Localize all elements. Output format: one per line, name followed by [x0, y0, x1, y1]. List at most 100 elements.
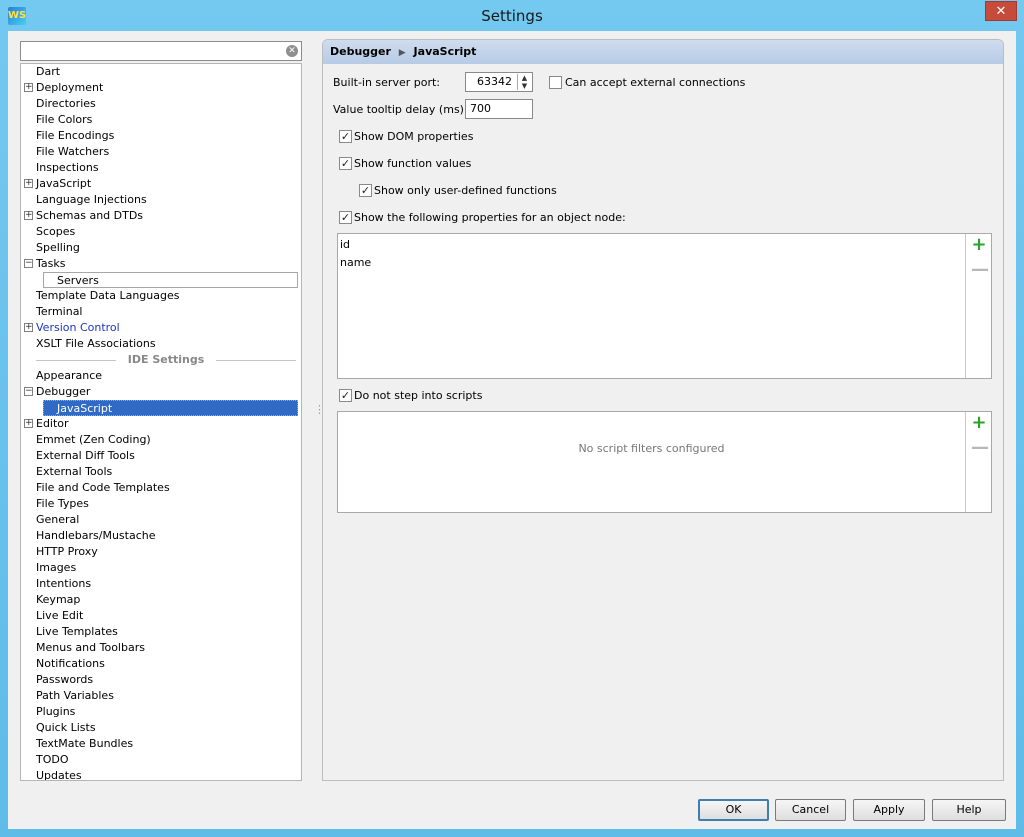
do-not-step-checkbox[interactable]: ✓	[339, 389, 352, 402]
tree-item[interactable]: Handlebars/Mustache	[36, 528, 156, 544]
tree-item[interactable]: File Encodings	[36, 128, 114, 144]
expand-icon[interactable]: +	[24, 323, 33, 332]
tree-item[interactable]: File and Code Templates	[36, 480, 170, 496]
list-item[interactable]: id	[340, 238, 350, 251]
tree-item[interactable]: Live Edit	[36, 608, 83, 624]
list-item[interactable]: name	[340, 256, 371, 269]
tree-item[interactable]: Scopes	[36, 224, 75, 240]
remove-property-icon[interactable]: —	[971, 261, 989, 279]
tree-item[interactable]: Passwords	[36, 672, 93, 688]
tree-item-label: Notifications	[36, 657, 105, 670]
tree-item-label: Appearance	[36, 369, 103, 382]
expand-icon[interactable]: +	[24, 83, 33, 92]
tree-item[interactable]: Terminal	[36, 304, 83, 320]
breadcrumb-current: JavaScript	[413, 45, 477, 58]
user-defined-functions-checkbox[interactable]: ✓	[359, 184, 372, 197]
show-properties-checkbox[interactable]: ✓	[339, 211, 352, 224]
tree-item[interactable]: Debugger	[36, 384, 90, 400]
tree-item-label: Intentions	[36, 577, 92, 590]
add-property-icon[interactable]: +	[971, 236, 987, 254]
tree-item-label: Scopes	[36, 225, 76, 238]
tree-item[interactable]: Quick Lists	[36, 720, 96, 736]
tree-item[interactable]: TextMate Bundles	[36, 736, 133, 752]
tree-item[interactable]: Spelling	[36, 240, 80, 256]
expand-icon[interactable]: +	[24, 419, 33, 428]
tree-item[interactable]: Dart	[36, 64, 60, 80]
tree-item[interactable]: File Types	[36, 496, 89, 512]
clear-icon[interactable]: ✕	[286, 45, 298, 57]
tree-item[interactable]: Live Templates	[36, 624, 118, 640]
tree-item[interactable]: Keymap	[36, 592, 80, 608]
tree-item-label: Plugins	[36, 705, 76, 718]
tree-item[interactable]: Intentions	[36, 576, 91, 592]
tree-item[interactable]: XSLT File Associations	[36, 336, 156, 352]
close-button[interactable]: ✕	[985, 1, 1017, 21]
tree-item[interactable]: Inspections	[36, 160, 99, 176]
help-button[interactable]: Help	[932, 799, 1006, 821]
collapse-icon[interactable]: −	[24, 387, 33, 396]
tree-item[interactable]: Updates	[36, 768, 82, 780]
expand-icon[interactable]: +	[24, 211, 33, 220]
tree-item-label: TextMate Bundles	[36, 737, 134, 750]
expand-icon[interactable]: +	[24, 179, 33, 188]
tree-item[interactable]: General	[36, 512, 79, 528]
tree-child-item[interactable]: Servers	[43, 272, 298, 288]
tree-item-label: Handlebars/Mustache	[36, 529, 156, 542]
tree-item[interactable]: TODO	[36, 752, 69, 768]
spinner-arrows-icon[interactable]: ▲ ▼	[517, 74, 531, 90]
script-filters-empty-text: No script filters configured	[578, 442, 725, 455]
tree-item-label: External Tools	[36, 465, 113, 478]
tree-item[interactable]: Version Control	[36, 320, 120, 336]
tree-item-label: Spelling	[36, 241, 80, 254]
apply-button[interactable]: Apply	[853, 799, 925, 821]
add-filter-icon[interactable]: +	[971, 414, 987, 432]
tree-item[interactable]: File Watchers	[36, 144, 109, 160]
tree-item-label: XSLT File Associations	[36, 337, 156, 350]
settings-search-input[interactable]: ✕	[20, 41, 302, 61]
tree-item[interactable]: Images	[36, 560, 76, 576]
collapse-icon[interactable]: −	[24, 259, 33, 268]
tree-child-item[interactable]: JavaScript	[43, 400, 298, 416]
tree-item[interactable]: Language Injections	[36, 192, 147, 208]
tree-item[interactable]: Template Data Languages	[36, 288, 179, 304]
tree-scrollbar-track[interactable]	[301, 64, 302, 780]
script-filters-list[interactable]: No script filters configured + —	[337, 411, 992, 513]
ok-button[interactable]: OK	[698, 799, 769, 821]
tree-item-label: Directories	[36, 97, 96, 110]
tree-item[interactable]: Tasks	[36, 256, 65, 272]
tree-item[interactable]: Editor	[36, 416, 69, 432]
tree-item[interactable]: Path Variables	[36, 688, 114, 704]
port-spinner[interactable]: 63342 ▲ ▼	[465, 72, 533, 92]
tree-item[interactable]: Notifications	[36, 656, 105, 672]
show-properties-label: Show the following properties for an obj…	[354, 211, 626, 224]
tree-item[interactable]: JavaScript	[36, 176, 91, 192]
tree-item[interactable]: File Colors	[36, 112, 92, 128]
tooltip-delay-label: Value tooltip delay (ms):	[333, 103, 468, 116]
tree-item[interactable]: Appearance	[36, 368, 102, 384]
tree-item[interactable]: Plugins	[36, 704, 75, 720]
tree-item[interactable]: External Tools	[36, 464, 112, 480]
properties-list-toolbar: + —	[965, 234, 991, 378]
tree-item[interactable]: Directories	[36, 96, 96, 112]
show-function-values-label: Show function values	[354, 157, 472, 170]
show-function-values-checkbox[interactable]: ✓	[339, 157, 352, 170]
tree-item-label: Deployment	[36, 81, 104, 94]
remove-filter-icon[interactable]: —	[971, 439, 989, 457]
tree-item[interactable]: Emmet (Zen Coding)	[36, 432, 151, 448]
tooltip-delay-input[interactable]: 700	[465, 99, 533, 119]
show-dom-checkbox[interactable]: ✓	[339, 130, 352, 143]
cancel-button[interactable]: Cancel	[775, 799, 846, 821]
settings-window: WS Settings ✕ ✕ Dart Deployment + Directori…	[0, 0, 1024, 837]
properties-list[interactable]: id name + —	[337, 233, 992, 379]
splitter-grip-icon[interactable]: ⋮	[314, 403, 325, 417]
external-connections-checkbox[interactable]	[549, 76, 562, 89]
tree-item[interactable]: Schemas and DTDs	[36, 208, 143, 224]
tree-item[interactable]: Menus and Toolbars	[36, 640, 145, 656]
tree-item[interactable]: External Diff Tools	[36, 448, 135, 464]
tree-item-label: File Encodings	[36, 129, 115, 142]
tree-item[interactable]: HTTP Proxy	[36, 544, 98, 560]
tree-item-label: Images	[36, 561, 77, 574]
settings-tree[interactable]: Dart Deployment + Directories File Colors Fil…	[20, 63, 302, 781]
breadcrumb-arrow-icon: ▶	[398, 48, 406, 58]
tree-item[interactable]: Deployment	[36, 80, 103, 96]
